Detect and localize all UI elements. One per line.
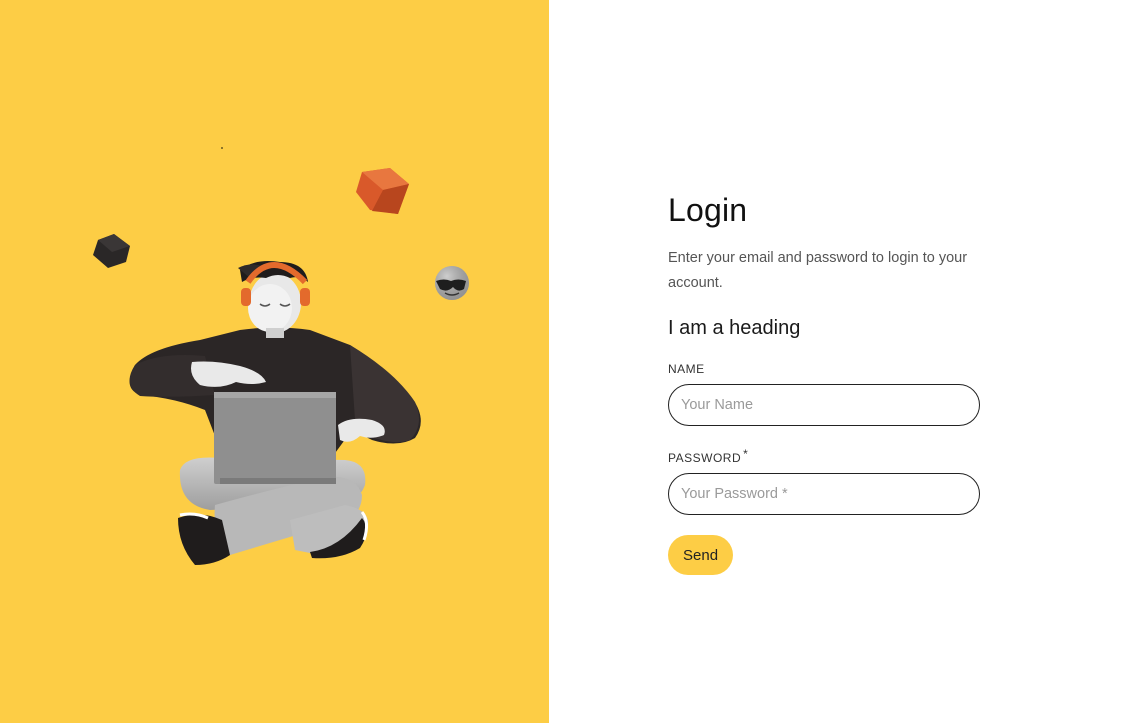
login-form: Login Enter your email and password to l… (668, 188, 998, 575)
name-input[interactable] (668, 384, 980, 426)
black-cube-icon (93, 234, 130, 268)
page-title: Login (668, 192, 748, 228)
login-page: Login Enter your email and password to l… (0, 0, 1135, 723)
person-with-laptop-illustration (93, 147, 469, 565)
form-panel: Login Enter your email and password to l… (549, 0, 1135, 723)
name-label: NAME (668, 361, 998, 377)
name-label-text: NAME (668, 362, 705, 376)
illustration-panel (0, 0, 549, 723)
password-input[interactable] (668, 473, 980, 515)
form-heading: I am a heading (668, 317, 801, 339)
send-button[interactable]: Send (668, 535, 734, 575)
password-label-text: PASSWORD (668, 451, 742, 465)
orange-cube-icon (356, 168, 409, 214)
required-mark: * (743, 447, 749, 461)
sunglasses-emoji-icon (435, 266, 469, 300)
login-subtitle: Enter your email and password to login t… (668, 250, 968, 291)
password-label: PASSWORD * (668, 446, 998, 466)
